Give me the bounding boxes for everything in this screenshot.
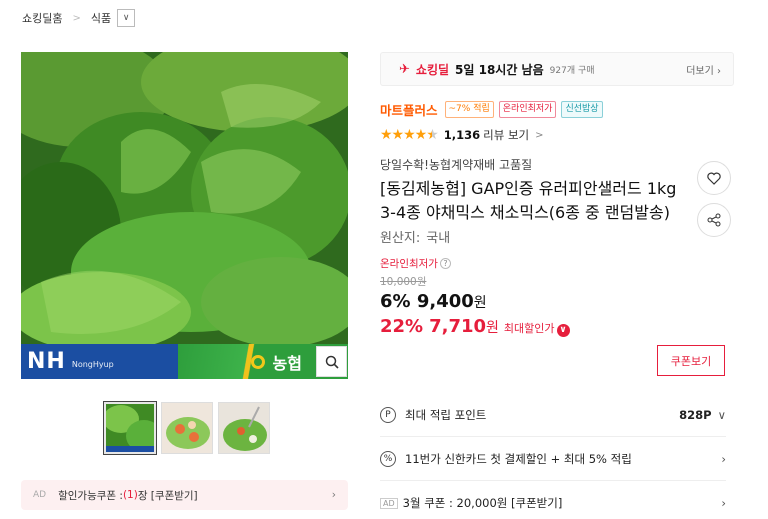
coupon-count: (1) xyxy=(122,489,138,501)
ad-label: AD xyxy=(33,490,47,500)
card-benefit-label: 11번가 신한카드 첫 결제할인 + 최대 5% 적립 xyxy=(405,451,632,466)
review-link[interactable]: 리뷰 보기 xyxy=(483,127,529,143)
breadcrumb-category[interactable]: 식품 xyxy=(91,10,111,26)
chevron-right-icon: > xyxy=(535,129,544,141)
search-icon xyxy=(325,355,339,369)
category-dropdown-button[interactable]: ∨ xyxy=(117,9,136,27)
nonghyup-ring-icon xyxy=(250,354,265,369)
march-coupon-row[interactable]: AD 3월 쿠폰 : 20,000원 [쿠폰받기] › xyxy=(380,481,726,519)
points-row[interactable]: P 최대 적립 포인트 828P ∨ xyxy=(380,393,726,437)
deal-label: 쇼킹딜 xyxy=(415,62,450,77)
deal-time-left: 5일 18시간 남음 xyxy=(455,62,544,77)
share-button[interactable] xyxy=(697,203,731,237)
lowest-price-label: 온라인최저가? xyxy=(380,256,734,271)
max-discount-label: 최대할인가 xyxy=(503,322,555,335)
mart-plus-badge: 마트플러스 xyxy=(380,103,438,118)
won-unit: 원 xyxy=(486,320,499,336)
sale-price: 9,400 xyxy=(416,291,474,312)
card-benefit-row[interactable]: % 11번가 신한카드 첫 결제할인 + 최대 5% 적립 › xyxy=(380,437,726,481)
nh-banner: NH NongHyup 농협 xyxy=(21,344,348,379)
badge-row: 마트플러스 ~7% 적립 온라인최저가 신선밥상 xyxy=(380,100,734,119)
wishlist-button[interactable] xyxy=(697,161,731,195)
chevron-down-icon: ∨ xyxy=(122,13,130,23)
thumbnail-1[interactable] xyxy=(103,401,157,455)
points-badge: ~7% 적립 xyxy=(444,101,494,118)
lettuce-photo xyxy=(21,52,348,379)
coupon-text-after: 장 [쿠폰받기] xyxy=(137,489,198,502)
sale-price-row: 6% 9,400원 xyxy=(380,291,734,312)
product-subtitle: 당일수확!농협계약재배 고품질 xyxy=(380,158,533,172)
points-value: 828P xyxy=(679,407,712,422)
march-coupon-label: 3월 쿠폰 : 20,000원 [쿠폰받기] xyxy=(402,496,563,510)
chevron-right-icon: › xyxy=(721,496,726,510)
thumbnail-3[interactable] xyxy=(218,402,270,454)
rating-row[interactable]: ★★★★★ 1,136 리뷰 보기 > xyxy=(380,127,734,143)
zoom-button[interactable] xyxy=(316,346,347,377)
points-label: 최대 적립 포인트 xyxy=(405,407,487,422)
coupon-text-before: 할인가능쿠폰 : xyxy=(58,489,123,502)
nh-logo: NH xyxy=(27,349,66,374)
origin-row: 원산지: 국내 xyxy=(380,227,734,246)
nonghyup-text: 농협 xyxy=(272,353,302,373)
won-unit: 원 xyxy=(473,295,487,311)
original-price: 10,000원 xyxy=(380,276,427,288)
max-price: 7,710 xyxy=(429,316,487,337)
origin-value: 국내 xyxy=(426,231,451,246)
deal-more-link[interactable]: 더보기 › xyxy=(686,62,721,77)
point-icon: P xyxy=(380,406,396,423)
fresh-badge: 신선밥상 xyxy=(561,101,603,118)
thumbnail-list xyxy=(103,401,270,455)
lowest-price-badge: 온라인최저가 xyxy=(498,101,557,118)
chevron-right-icon: > xyxy=(72,12,81,24)
chevron-right-icon: › xyxy=(331,489,336,501)
thumbnail-2[interactable] xyxy=(161,402,213,454)
help-icon[interactable]: ? xyxy=(439,258,451,269)
origin-label: 원산지: xyxy=(380,231,421,246)
chevron-right-icon: › xyxy=(717,65,721,77)
coupon-view-button[interactable]: 쿠폰보기 xyxy=(657,345,725,376)
breadcrumb: 쇼킹딜홈 > 식품 ∨ xyxy=(22,8,136,28)
max-percent: 22% xyxy=(380,316,424,337)
share-icon xyxy=(707,213,721,227)
airplane-icon: ✈ xyxy=(399,61,410,77)
product-title: [동김제농협] GAP인증 유러피안샐러드 1kg 3-4종 야채믹스 채소믹스… xyxy=(380,179,677,222)
nh-sub: NongHyup xyxy=(71,360,114,369)
product-main-image[interactable]: NH NongHyup 농협 xyxy=(21,52,348,379)
shocking-deal-bar[interactable]: ✈ 쇼킹딜 5일 18시간 남음 927개 구매 더보기 › xyxy=(380,52,734,86)
heart-icon xyxy=(707,172,721,185)
breadcrumb-home[interactable]: 쇼킹딜홈 xyxy=(22,10,62,26)
ad-label: AD xyxy=(380,497,398,509)
product-info: ✈ 쇼킹딜 5일 18시간 남음 927개 구매 더보기 › 마트플러스 ~7%… xyxy=(380,52,734,337)
percent-icon: % xyxy=(380,450,396,467)
check-circle-icon[interactable]: ∨ xyxy=(556,323,570,337)
chevron-right-icon: › xyxy=(721,451,726,466)
star-rating-icon: ★★★★★ xyxy=(380,127,439,143)
deal-purchased: 927개 구매 xyxy=(549,65,595,76)
sale-percent: 6% xyxy=(380,291,411,312)
coupon-banner[interactable]: AD 할인가능쿠폰 : (1) 장 [쿠폰받기] › xyxy=(21,480,348,510)
max-discount-row: 22% 7,710 원 최대할인가 ∨ xyxy=(380,316,734,337)
review-count: 1,136 xyxy=(443,128,481,142)
chevron-down-icon: ∨ xyxy=(717,407,726,422)
